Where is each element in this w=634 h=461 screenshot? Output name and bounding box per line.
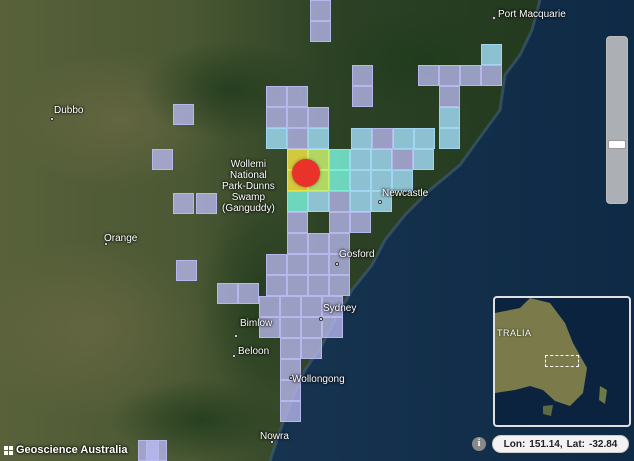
intensity-cell-low <box>350 212 371 233</box>
intensity-cell-light <box>414 128 435 149</box>
zoom-slider[interactable] <box>606 36 628 204</box>
intensity-cell-low <box>287 212 308 233</box>
epicentre-marker[interactable] <box>292 159 320 187</box>
intensity-cell-low <box>481 65 502 86</box>
zoom-slider-handle[interactable] <box>608 140 626 149</box>
place-label-newcastle: Newcastle <box>382 188 429 199</box>
place-label-beloon: Beloon <box>238 346 270 357</box>
intensity-cell-low <box>287 275 308 296</box>
lat-value: -32.84 <box>589 438 618 450</box>
attribution-text: Geoscience Australia <box>16 444 128 456</box>
intensity-cell-low <box>372 128 393 149</box>
intensity-cell-light <box>371 149 392 170</box>
intensity-cell-low <box>460 65 481 86</box>
intensity-cell-low <box>329 275 350 296</box>
place-dot-beloon <box>232 354 236 358</box>
place-label-port-macquarie: Port Macquarie <box>498 9 566 20</box>
intensity-cell-light <box>308 128 329 149</box>
place-label-gosford: Gosford <box>339 249 375 260</box>
intensity-cell-low <box>301 338 322 359</box>
place-label-wollongong: Wollongong <box>292 374 345 385</box>
intensity-cell-low <box>217 283 238 304</box>
intensity-cell-low <box>310 21 331 42</box>
intensity-cell-low <box>310 0 331 21</box>
intensity-cell-low <box>329 191 350 212</box>
intensity-cell-low <box>146 440 167 461</box>
lon-value: 151.14, <box>529 438 563 450</box>
place-dot-port-macquarie <box>492 16 496 20</box>
attribution: Geoscience Australia <box>4 444 127 456</box>
map-view[interactable]: Port Macquarie Dubbo Wollemi National Park… <box>0 0 634 461</box>
intensity-cell-low <box>176 260 197 281</box>
place-dot-bimlow <box>234 334 238 338</box>
intensity-cell-low <box>308 275 329 296</box>
minimap-viewport-box <box>545 355 579 367</box>
overview-minimap[interactable]: TRALIA <box>493 296 631 427</box>
intensity-cell-low <box>322 317 343 338</box>
intensity-cell-light <box>350 149 371 170</box>
place-dot-dubbo <box>50 117 54 121</box>
intensity-cell-low <box>439 86 460 107</box>
intensity-cell-low <box>280 338 301 359</box>
place-dot-sydney <box>319 317 323 321</box>
intensity-cell-light <box>481 44 502 65</box>
lon-label: Lon: <box>503 438 526 450</box>
intensity-cell-light <box>350 170 371 191</box>
intensity-cell-low <box>287 254 308 275</box>
intensity-cell-low <box>280 317 301 338</box>
place-label-wollemi: Wollemi National Park-Dunns Swamp (Gangu… <box>222 159 275 214</box>
intensity-cell-low <box>280 296 301 317</box>
intensity-cell-low <box>439 65 460 86</box>
intensity-cell-low <box>266 275 287 296</box>
intensity-cell-low <box>287 233 308 254</box>
place-label-nowra: Nowra <box>260 431 289 442</box>
intensity-cell-low <box>308 107 329 128</box>
intensity-cell-low <box>196 193 217 214</box>
intensity-cell-low <box>329 212 350 233</box>
intensity-cell-light <box>350 191 371 212</box>
intensity-cell-light <box>413 149 434 170</box>
intensity-cell-low <box>152 149 173 170</box>
intensity-cell-moderate <box>329 170 350 191</box>
intensity-cell-low <box>352 86 373 107</box>
intensity-cell-low <box>301 296 322 317</box>
intensity-cell-low <box>173 104 194 125</box>
place-label-sydney: Sydney <box>323 303 357 314</box>
geoscience-logo-icon <box>4 445 13 455</box>
intensity-cell-low <box>259 296 280 317</box>
intensity-cell-light <box>351 128 372 149</box>
place-label-bimlow: Bimlow <box>240 318 273 329</box>
place-label-orange: Orange <box>104 233 138 244</box>
intensity-cell-light <box>393 128 414 149</box>
intensity-cell-low <box>287 128 308 149</box>
intensity-cell-low <box>266 107 287 128</box>
intensity-cell-low <box>266 86 287 107</box>
minimap-label: TRALIA <box>497 328 532 338</box>
intensity-cell-light <box>439 107 460 128</box>
lat-label: Lat: <box>566 438 585 450</box>
intensity-cell-low <box>352 65 373 86</box>
intensity-cell-low <box>308 254 329 275</box>
intensity-cell-low <box>238 283 259 304</box>
place-dot-gosford <box>335 262 339 266</box>
intensity-cell-light <box>266 128 287 149</box>
intensity-cell-light <box>308 191 329 212</box>
intensity-cell-low <box>392 149 413 170</box>
intensity-cell-low <box>287 86 308 107</box>
intensity-cell-low <box>308 233 329 254</box>
intensity-cell-low <box>280 401 301 422</box>
intensity-cell-moderate <box>287 191 308 212</box>
place-label-dubbo: Dubbo <box>54 105 84 116</box>
place-dot-newcastle <box>378 200 382 204</box>
intensity-cell-low <box>418 65 439 86</box>
intensity-cell-light <box>439 128 460 149</box>
intensity-cell-moderate <box>329 149 350 170</box>
info-icon[interactable]: i <box>472 437 486 451</box>
intensity-cell-low <box>287 107 308 128</box>
coordinate-readout: Lon: 151.14, Lat: -32.84 <box>492 435 629 453</box>
intensity-cell-low <box>266 254 287 275</box>
intensity-cell-low <box>173 193 194 214</box>
